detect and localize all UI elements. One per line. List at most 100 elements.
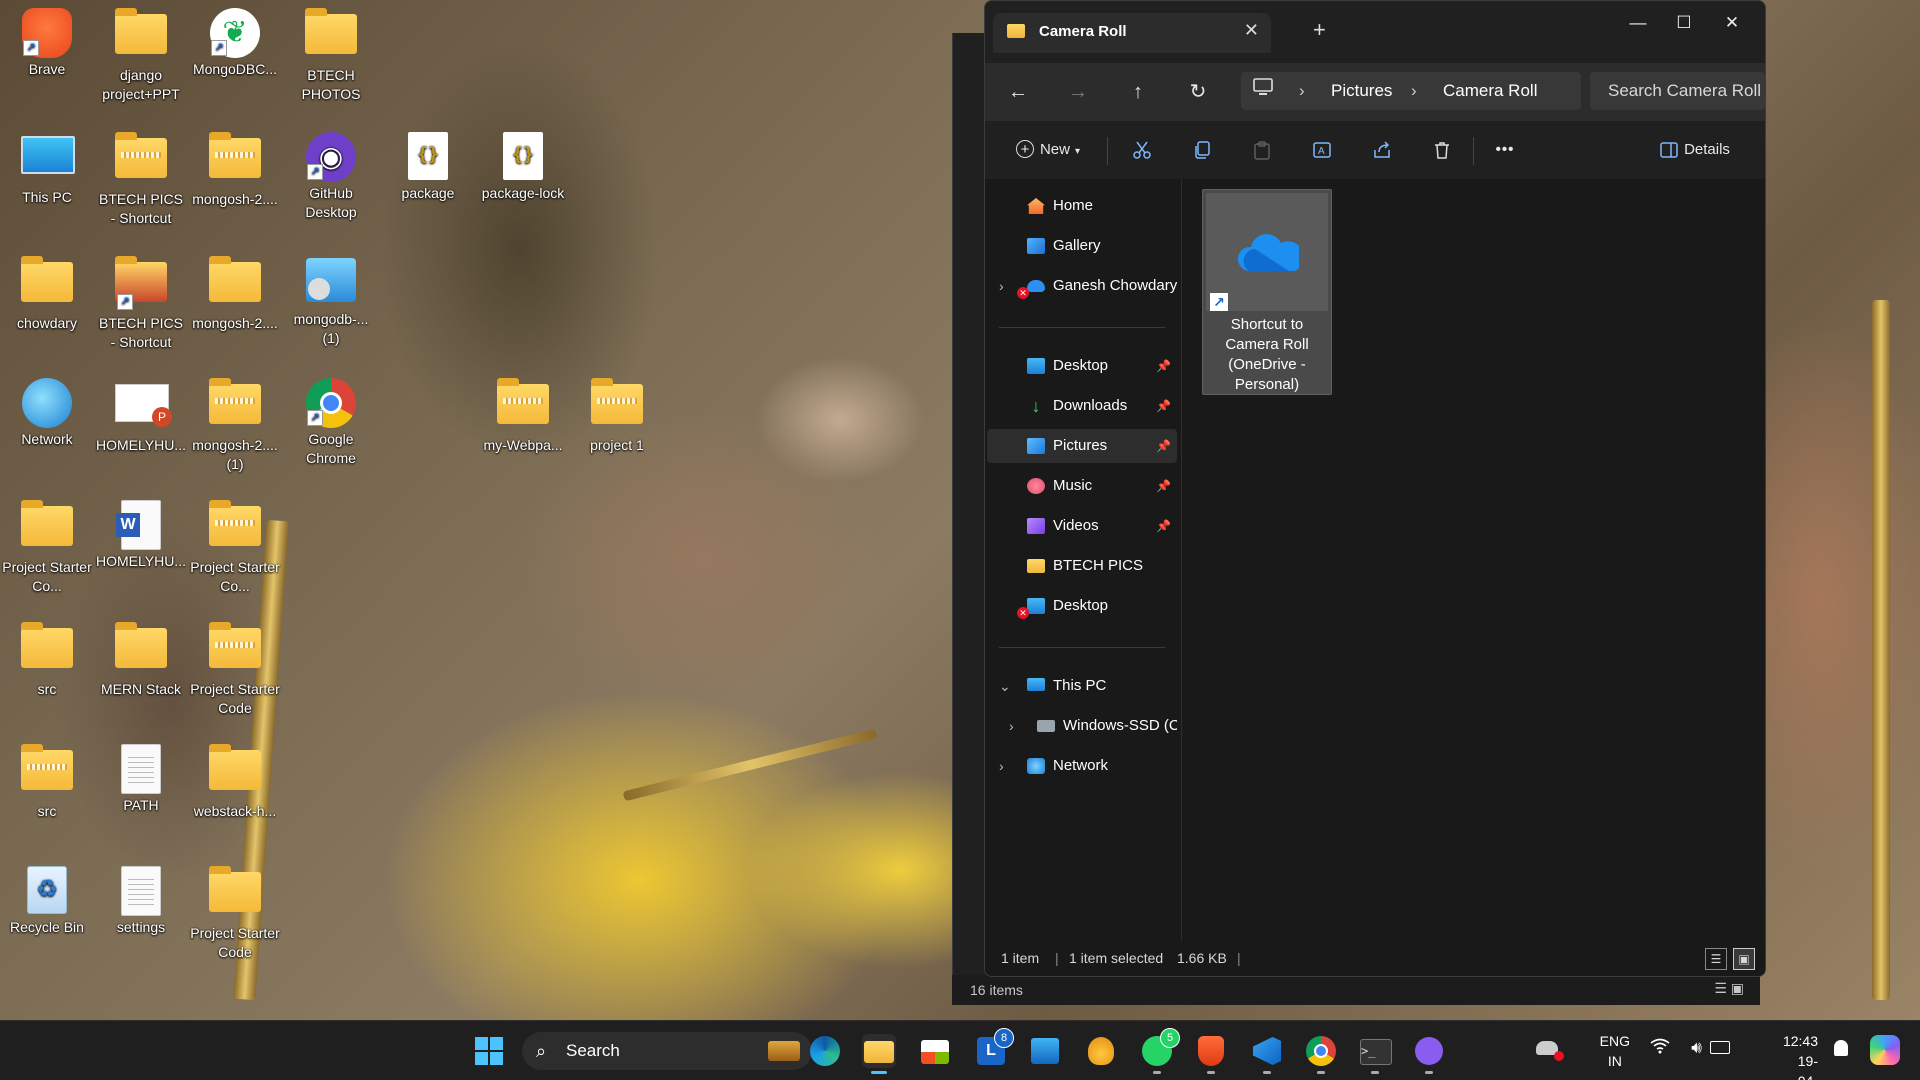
details-button[interactable]: Details (1645, 135, 1745, 165)
chrome-taskbar-icon[interactable] (1304, 1034, 1338, 1074)
outlook-icon[interactable]: L8 (974, 1028, 1014, 1068)
share-icon[interactable] (1367, 135, 1397, 165)
tab-close-icon[interactable]: ✕ (1244, 20, 1259, 41)
desktop-icon-homelyhu-word[interactable]: W HOMELYHU... (96, 500, 186, 571)
file-item-shortcut[interactable]: ↗ Shortcut to Camera Roll (OneDrive - Pe… (1202, 189, 1332, 395)
desktop-icon-btech-photos[interactable]: BTECH PHOTOS (286, 8, 376, 104)
view-toggle-icons[interactable]: ☰ ▣ (1714, 980, 1744, 997)
pin-icon[interactable]: 📌 (1156, 349, 1171, 383)
trophy-app-icon[interactable] (1084, 1034, 1118, 1068)
close-button[interactable]: ✕ (1709, 7, 1755, 39)
nav-item-desktop[interactable]: Desktop 📌 (987, 349, 1177, 383)
new-button[interactable]: + New ▾ (1009, 135, 1087, 165)
desktop-icon-brave[interactable]: ↗ Brave (2, 8, 92, 79)
desktop-icon-chowdary[interactable]: chowdary (2, 256, 92, 333)
desktop-icon-google-chrome[interactable]: ↗ Google Chrome (286, 378, 376, 468)
desktop-icon-path[interactable]: PATH (96, 744, 186, 815)
minimize-button[interactable]: — (1615, 7, 1661, 39)
copy-icon[interactable] (1187, 135, 1217, 165)
clock[interactable]: 12:43 19-04-2024 (1783, 1031, 1818, 1080)
nav-item-music[interactable]: Music 📌 (987, 469, 1177, 503)
nav-item-btech-pics[interactable]: BTECH PICS (987, 549, 1177, 583)
desktop-icon-recycle-bin[interactable]: ♻ Recycle Bin (2, 866, 92, 937)
battery-icon[interactable] (1710, 1041, 1730, 1054)
computer-icon[interactable] (1253, 72, 1273, 110)
desktop-icon-src[interactable]: src (2, 622, 92, 699)
desktop-icon-mongodb-compass[interactable]: ❦ ↗ MongoDBC... (190, 8, 280, 79)
desktop-icon-django[interactable]: django project+PPT (96, 8, 186, 104)
taskbar-search[interactable]: ⌕ Search (522, 1032, 812, 1070)
pin-icon[interactable]: 📌 (1156, 509, 1171, 543)
desktop-icon-settings[interactable]: settings (96, 866, 186, 937)
chevron-right-icon[interactable]: › (999, 269, 1004, 303)
github-desktop-taskbar-icon[interactable] (1412, 1034, 1446, 1074)
nav-item-downloads[interactable]: ↓ Downloads 📌 (987, 389, 1177, 423)
chevron-right-icon[interactable]: › (999, 749, 1004, 783)
desktop-icon-network[interactable]: Network (2, 378, 92, 449)
file-explorer-icon[interactable] (862, 1034, 896, 1074)
volume-icon[interactable]: 🔊︎ (1691, 1038, 1702, 1058)
desktop-icon-mongosh-1[interactable]: mongosh-2.... (190, 132, 280, 209)
notification-bell-icon[interactable] (1834, 1040, 1848, 1056)
desktop-icon-package-lock[interactable]: {} package-lock (478, 132, 568, 203)
desktop-icon-mongodb-installer[interactable]: mongodb-... (1) (286, 256, 376, 348)
more-options-icon[interactable]: ••• (1485, 135, 1525, 165)
desktop-icon-this-pc[interactable]: This PC (2, 132, 92, 207)
nav-item-videos[interactable]: Videos 📌 (987, 509, 1177, 543)
breadcrumb[interactable]: › Pictures › Camera Roll (1241, 72, 1581, 110)
vscode-icon[interactable] (1250, 1034, 1284, 1074)
rename-icon[interactable]: A (1307, 135, 1337, 165)
app-window-icon[interactable] (1028, 1034, 1062, 1068)
desktop-icon-mongosh-2[interactable]: mongosh-2.... (190, 256, 280, 333)
tab-camera-roll[interactable]: Camera Roll ✕ (993, 13, 1271, 53)
copilot-icon[interactable] (1870, 1035, 1900, 1065)
up-arrow-icon[interactable]: ↑ (1121, 77, 1155, 107)
details-view-icon[interactable]: ☰ (1705, 948, 1727, 970)
cut-icon[interactable] (1127, 135, 1157, 165)
maximize-button[interactable]: ☐ (1661, 7, 1707, 39)
refresh-icon[interactable]: ↻ (1181, 77, 1215, 107)
back-arrow-icon[interactable]: ← (1001, 77, 1035, 107)
start-button[interactable] (472, 1034, 506, 1068)
nav-item-windows-ssd[interactable]: › Windows-SSD (C:) (987, 709, 1177, 743)
desktop-icon-github-desktop[interactable]: ◉ ↗ GitHub Desktop (286, 132, 376, 222)
new-tab-button[interactable]: + (1313, 17, 1326, 43)
nav-item-pictures[interactable]: Pictures 📌 (987, 429, 1177, 463)
terminal-icon[interactable]: >_ (1358, 1034, 1392, 1074)
desktop-icon-project-1[interactable]: project 1 (572, 378, 662, 455)
desktop-icon-btech-pics-shortcut-2[interactable]: ↗ BTECH PICS - Shortcut (96, 256, 186, 352)
whatsapp-icon[interactable]: 5 (1140, 1028, 1180, 1074)
desktop-icon-package[interactable]: {} package (383, 132, 473, 203)
pin-icon[interactable]: 📌 (1156, 389, 1171, 423)
desktop-icon-project-starter-code[interactable]: Project Starter Code (190, 622, 280, 718)
nav-item-desktop-onedrive[interactable]: ✕ Desktop (987, 589, 1177, 623)
desktop-icon-project-starter-code-2[interactable]: Project Starter Code (190, 866, 280, 962)
desktop-icon-btech-pics-shortcut[interactable]: BTECH PICS - Shortcut (96, 132, 186, 228)
nav-item-this-pc[interactable]: ⌄ This PC (987, 669, 1177, 703)
wifi-icon[interactable] (1650, 1038, 1670, 1059)
desktop-icon-my-webpage[interactable]: my-Webpa... (478, 378, 568, 455)
desktop-icon-project-starter-2[interactable]: Project Starter Co... (190, 500, 280, 596)
desktop-icon-project-starter[interactable]: Project Starter Co... (2, 500, 92, 596)
chevron-right-icon[interactable]: › (1009, 709, 1014, 743)
desktop-icon-webstack[interactable]: webstack-h... (190, 744, 280, 821)
search-input[interactable]: Search Camera Roll (1590, 72, 1765, 110)
microsoft-store-icon[interactable] (918, 1034, 952, 1068)
delete-icon[interactable] (1427, 135, 1457, 165)
nav-item-home[interactable]: Home (987, 189, 1177, 223)
nav-item-gallery[interactable]: Gallery (987, 229, 1177, 263)
breadcrumb-pictures[interactable]: Pictures (1331, 72, 1392, 110)
pin-icon[interactable]: 📌 (1156, 429, 1171, 463)
edge-icon[interactable] (808, 1034, 842, 1068)
desktop-icon-homelyhu-ppt[interactable]: P HOMELYHU... (96, 378, 186, 455)
desktop-icon-mongosh-3[interactable]: mongosh-2.... (1) (190, 378, 280, 474)
forward-arrow-icon[interactable]: → (1061, 77, 1095, 107)
desktop-icon-mern-stack[interactable]: MERN Stack (96, 622, 186, 699)
large-icons-view-icon[interactable]: ▣ (1733, 948, 1755, 970)
brave-taskbar-icon[interactable] (1194, 1034, 1228, 1074)
desktop-icon-src[interactable]: src (2, 744, 92, 821)
language-indicator[interactable]: ENG IN (1600, 1031, 1630, 1071)
nav-item-onedrive[interactable]: › ✕ Ganesh Chowdary - Personal (987, 269, 1177, 303)
nav-item-network[interactable]: › Network (987, 749, 1177, 783)
paste-icon[interactable] (1247, 135, 1277, 165)
